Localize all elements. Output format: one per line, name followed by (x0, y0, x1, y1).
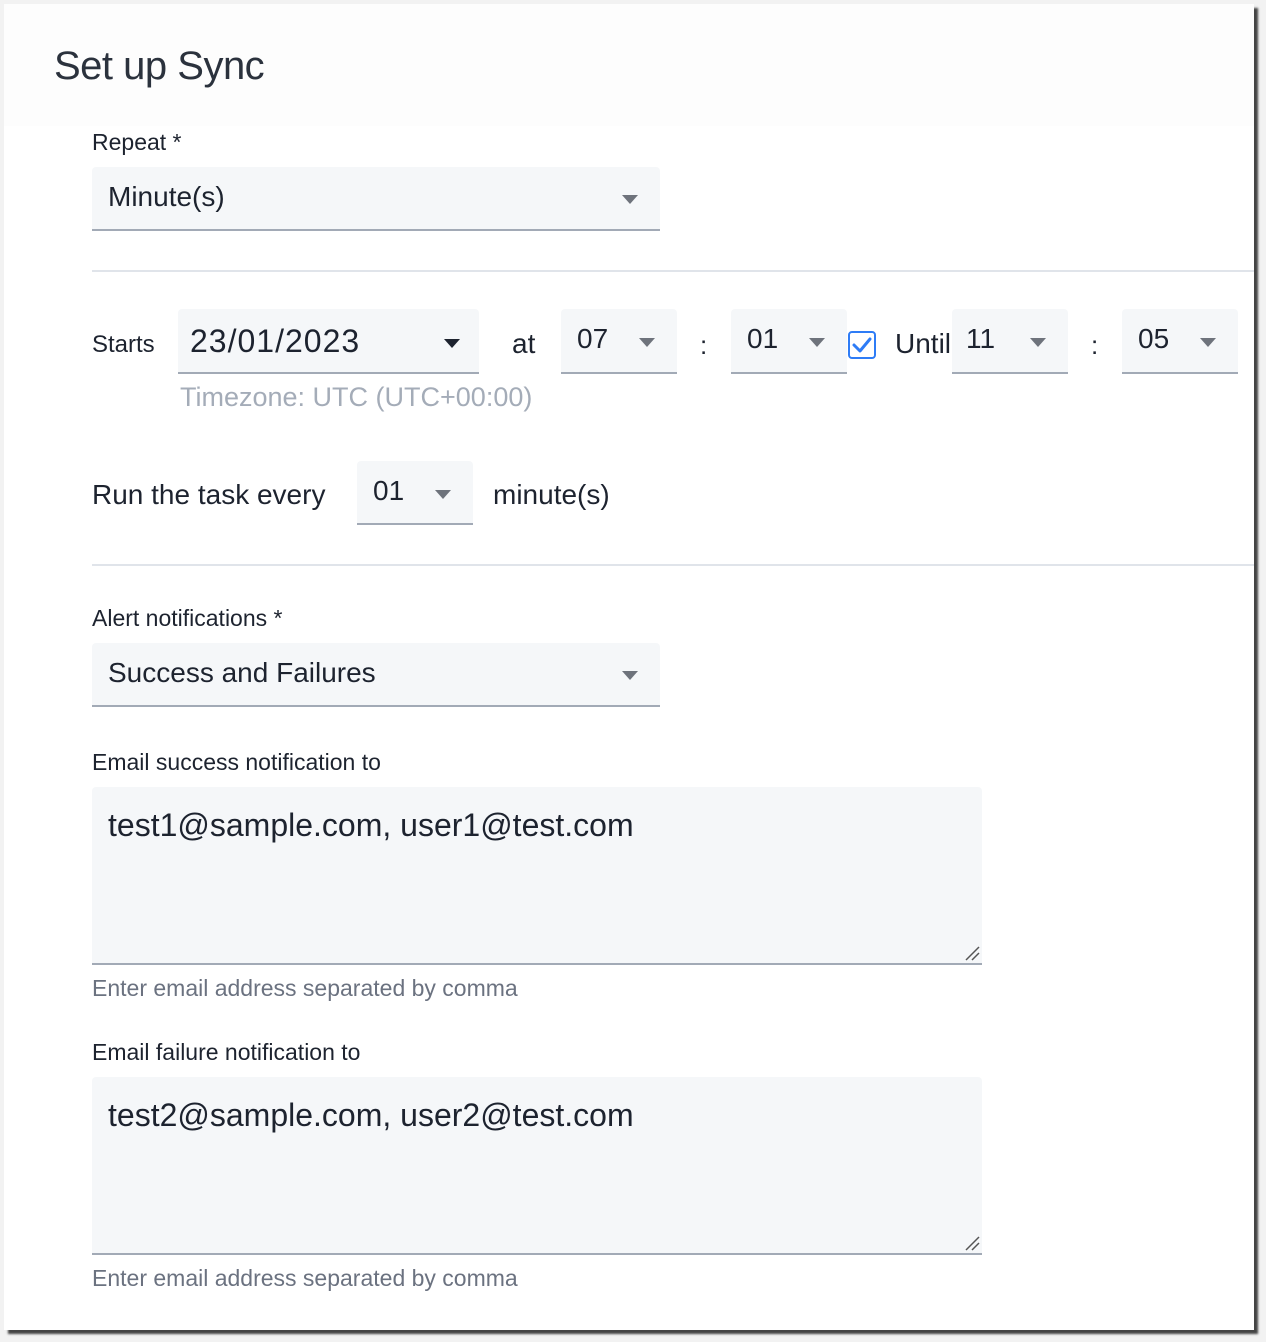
chevron-down-icon (639, 338, 655, 347)
repeat-label: Repeat * (92, 129, 182, 155)
at-label: at (512, 328, 536, 359)
time-separator: : (700, 330, 708, 360)
start-hour-select[interactable]: 07 (561, 309, 677, 374)
email-success-value: test1@sample.com, user1@test.com (108, 807, 634, 843)
interval-value: 01 (373, 475, 405, 506)
timezone-text: Timezone: UTC (UTC+00:00) (180, 382, 533, 412)
divider (92, 270, 1254, 272)
interval-select[interactable]: 01 (357, 461, 473, 525)
until-label: Until (895, 328, 952, 359)
repeat-select[interactable]: Minute(s) (92, 167, 660, 231)
interval-suffix: minute(s) (493, 479, 610, 510)
chevron-down-icon (809, 338, 825, 347)
resize-handle-icon[interactable] (964, 945, 980, 961)
start-hour-value: 07 (577, 323, 609, 354)
divider (92, 564, 1254, 566)
interval-prefix: Run the task every (92, 479, 326, 510)
start-minute-select[interactable]: 01 (731, 309, 847, 374)
email-success-textarea[interactable]: test1@sample.com, user1@test.com (92, 787, 982, 965)
checkmark-icon (852, 337, 872, 353)
until-minute-select[interactable]: 05 (1122, 309, 1238, 374)
until-checkbox[interactable] (848, 331, 876, 359)
chevron-down-icon (435, 490, 451, 499)
email-success-helper: Enter email address separated by comma (92, 975, 518, 1001)
email-failure-helper: Enter email address separated by comma (92, 1265, 518, 1291)
email-failure-textarea[interactable]: test2@sample.com, user2@test.com (92, 1077, 982, 1255)
repeat-value: Minute(s) (108, 181, 225, 212)
alerts-label: Alert notifications * (92, 605, 283, 631)
start-date-picker[interactable]: 23/01/2023 (178, 309, 479, 374)
until-minute-value: 05 (1138, 323, 1170, 354)
alerts-select[interactable]: Success and Failures (92, 643, 660, 707)
start-minute-value: 01 (747, 323, 779, 354)
until-hour-value: 11 (966, 323, 996, 354)
chevron-down-icon (1030, 338, 1046, 347)
time-separator: : (1091, 330, 1099, 360)
alerts-value: Success and Failures (108, 657, 376, 688)
chevron-down-icon (444, 339, 460, 348)
email-failure-value: test2@sample.com, user2@test.com (108, 1097, 634, 1133)
chevron-down-icon (622, 671, 638, 680)
until-hour-select[interactable]: 11 (952, 309, 1068, 374)
chevron-down-icon (622, 195, 638, 204)
start-date-value: 23/01/2023 (190, 323, 361, 359)
email-success-label: Email success notification to (92, 749, 381, 775)
resize-handle-icon[interactable] (964, 1235, 980, 1251)
chevron-down-icon (1200, 338, 1216, 347)
starts-label: Starts (92, 331, 155, 358)
email-failure-label: Email failure notification to (92, 1039, 361, 1065)
setup-sync-panel: Set up Sync Repeat * Minute(s) Starts 23… (4, 4, 1254, 1330)
page-title: Set up Sync (54, 44, 265, 88)
